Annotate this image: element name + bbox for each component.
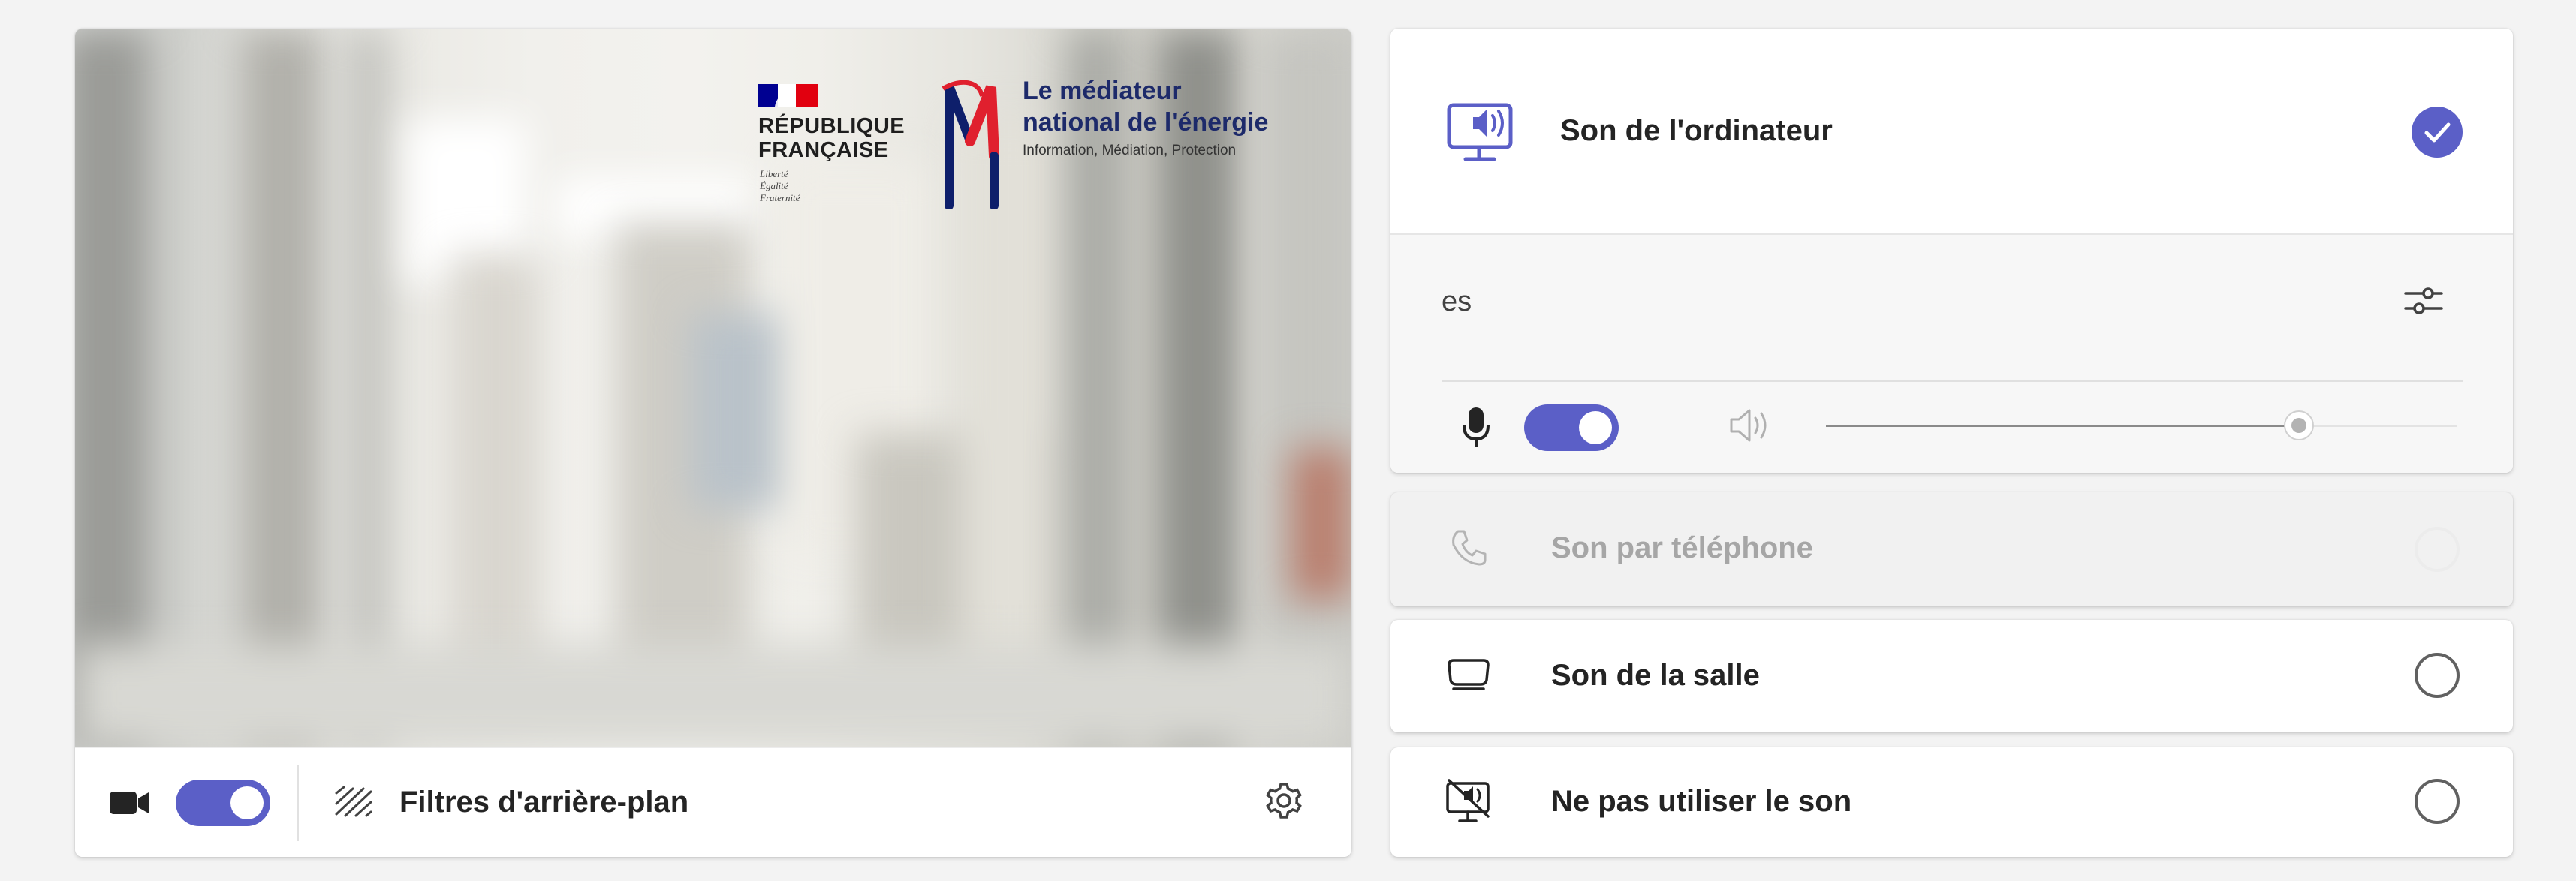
checkmark-icon (2424, 122, 2451, 143)
volume-fill (1826, 425, 2299, 427)
sliders-icon[interactable] (2403, 280, 2445, 322)
mediateur-logo: Le médiateur national de l'énergie Infor… (939, 74, 1284, 246)
room-speaker-icon (1448, 659, 1490, 690)
phone-audio-label: Son par téléphone (1551, 531, 1813, 564)
motto-line1: Liberté (760, 168, 788, 179)
monitor-muted-icon (1446, 779, 1490, 822)
room-audio-label: Son de la salle (1551, 659, 1760, 692)
camera-toggle[interactable] (176, 780, 270, 826)
republique-line1: RÉPUBLIQUE (758, 114, 905, 138)
no-audio-label: Ne pas utiliser le son (1551, 785, 1852, 818)
republique-line2: FRANÇAISE (758, 138, 889, 162)
camera-preview: RÉPUBLIQUE FRANÇAISE Liberté Égalité Fra… (75, 29, 1351, 747)
settings-divider (1442, 380, 2463, 382)
background-filters-label: Filtres d'arrière-plan (399, 786, 689, 819)
monitor-speaker-icon (1447, 103, 1513, 161)
room-audio-option[interactable]: Son de la salle (1390, 620, 2513, 732)
phone-icon (1452, 530, 1487, 566)
volume-slider[interactable] (1826, 401, 2457, 450)
gear-icon[interactable] (1261, 778, 1306, 823)
motto-line3: Fraternité (760, 192, 800, 203)
mediateur-line2: national de l'énergie (1023, 108, 1269, 137)
background-blur-icon (335, 786, 372, 817)
video-preview-card: RÉPUBLIQUE FRANÇAISE Liberté Égalité Fra… (75, 29, 1351, 857)
speaker-icon (1730, 409, 1767, 442)
video-camera-icon (110, 792, 149, 814)
computer-audio-label: Son de l'ordinateur (1560, 114, 1833, 147)
republique-francaise-logo: RÉPUBLIQUE FRANÇAISE Liberté Égalité Fra… (758, 81, 923, 231)
phone-audio-option: Son par téléphone (1390, 492, 2513, 606)
selected-check (2412, 107, 2463, 158)
video-controls-bar: Filtres d'arrière-plan (75, 747, 1351, 857)
audio-device-name: es (1442, 286, 1472, 317)
mediateur-tagline: Information, Médiation, Protection (1023, 143, 1237, 158)
volume-thumb[interactable] (2284, 410, 2314, 440)
microphone-icon (1463, 407, 1490, 447)
computer-audio-card: Son de l'ordinateur es (1390, 29, 2513, 473)
room-audio-radio[interactable] (2415, 653, 2460, 698)
no-audio-option[interactable]: Ne pas utiliser le son (1390, 747, 2513, 857)
microphone-toggle[interactable] (1524, 404, 1619, 451)
mediateur-line1: Le médiateur (1023, 77, 1182, 105)
background-filters-button[interactable]: Filtres d'arrière-plan (330, 771, 871, 835)
no-audio-radio[interactable] (2415, 779, 2460, 824)
computer-audio-option[interactable]: Son de l'ordinateur (1390, 29, 2513, 233)
motto-line2: Égalité (760, 180, 788, 191)
mediateur-m-mark (942, 80, 999, 209)
computer-audio-settings: es (1390, 233, 2513, 473)
controls-divider (297, 765, 299, 841)
phone-audio-radio (2415, 527, 2460, 572)
